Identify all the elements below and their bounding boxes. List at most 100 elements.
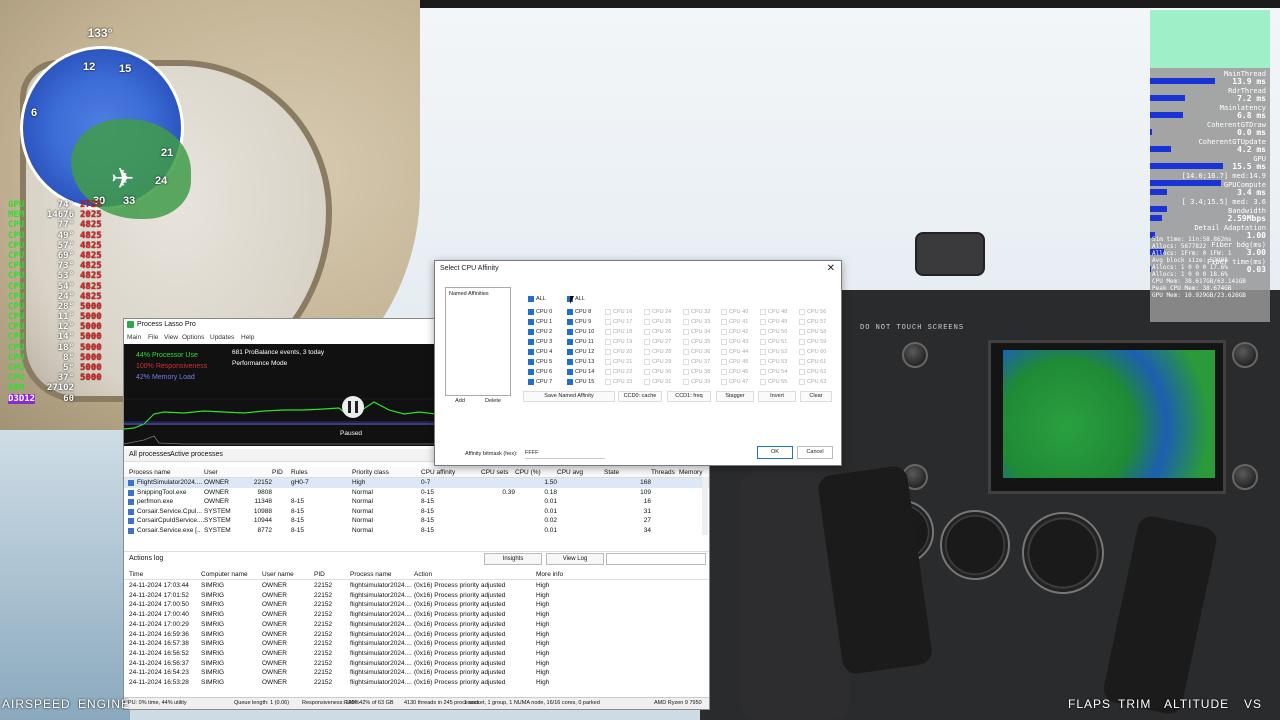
process-row[interactable]: SnippingTool.exe OWNER 9808 Normal 0-15 0.39 0… xyxy=(124,488,709,498)
log-row[interactable]: 24-11-2024 17:00:29 SIMRIG OWNER 22152 fligh… xyxy=(124,620,709,630)
cpu-checkbox[interactable] xyxy=(683,359,689,365)
column-header[interactable]: PID xyxy=(272,469,283,476)
menu-item-updates[interactable]: Updates xyxy=(210,334,234,341)
column-header[interactable]: Rules xyxy=(291,469,308,476)
cpu-checkbox[interactable] xyxy=(567,369,573,375)
column-header[interactable]: User xyxy=(204,469,218,476)
cpu-checkbox[interactable] xyxy=(644,339,650,345)
cpu-checkbox[interactable] xyxy=(605,379,611,385)
log-row[interactable]: 24-11-2024 17:00:50 SIMRIG OWNER 22152 fligh… xyxy=(124,600,709,610)
log-column-header[interactable]: Time xyxy=(129,571,143,578)
cpu-checkbox[interactable] xyxy=(799,329,805,335)
log-row[interactable]: 24-11-2024 17:01:52 SIMRIG OWNER 22152 fligh… xyxy=(124,591,709,601)
cpu-checkbox[interactable] xyxy=(644,359,650,365)
cpu-checkbox[interactable] xyxy=(683,349,689,355)
cpu-checkbox[interactable] xyxy=(721,359,727,365)
cpu-checkbox[interactable] xyxy=(567,379,573,385)
log-row[interactable]: 24-11-2024 16:59:36 SIMRIG OWNER 22152 fligh… xyxy=(124,630,709,640)
named-affinities-list[interactable]: Named Affinities xyxy=(445,287,511,396)
cpu-checkbox[interactable] xyxy=(799,379,805,385)
cpu-checkbox[interactable] xyxy=(799,349,805,355)
cpu-checkbox[interactable] xyxy=(683,329,689,335)
cpu-checkbox[interactable] xyxy=(721,349,727,355)
cpu-checkbox[interactable] xyxy=(605,349,611,355)
cpu-checkbox[interactable] xyxy=(799,369,805,375)
cpu-checkbox[interactable] xyxy=(760,369,766,375)
delete-button[interactable]: Delete xyxy=(479,397,507,406)
cpu-checkbox[interactable] xyxy=(760,339,766,345)
bitmask-input[interactable]: FFFF xyxy=(525,449,605,459)
cpu-checkbox[interactable] xyxy=(528,319,534,325)
log-column-header[interactable]: Action xyxy=(414,571,432,578)
column-header[interactable]: Threads xyxy=(651,469,675,476)
column-header[interactable]: CPU avg xyxy=(557,469,583,476)
column-header[interactable]: Priority class xyxy=(352,469,389,476)
cpu-checkbox[interactable] xyxy=(644,369,650,375)
cpu-checkbox[interactable] xyxy=(760,349,766,355)
column-header[interactable]: CPU sets xyxy=(481,469,508,476)
cpu-checkbox[interactable] xyxy=(683,369,689,375)
tab-all-processes[interactable]: All processes xyxy=(129,451,171,458)
cpu-checkbox[interactable] xyxy=(605,369,611,375)
log-row[interactable]: 24-11-2024 17:03:44 SIMRIG OWNER 22152 fligh… xyxy=(124,581,709,591)
cpu-checkbox[interactable] xyxy=(528,349,534,355)
cpu-checkbox[interactable] xyxy=(721,369,727,375)
cpu-checkbox[interactable] xyxy=(605,319,611,325)
cpu-checkbox[interactable] xyxy=(528,329,534,335)
cpu-checkbox[interactable] xyxy=(721,329,727,335)
cpu-checkbox[interactable] xyxy=(760,359,766,365)
add-button[interactable]: Add xyxy=(447,397,473,406)
affinity-button-1[interactable]: CCD0: cache xyxy=(618,391,662,402)
cpu-checkbox[interactable] xyxy=(605,309,611,315)
cpu-checkbox[interactable] xyxy=(799,339,805,345)
column-header[interactable]: State xyxy=(604,469,619,476)
cpu-checkbox[interactable] xyxy=(644,319,650,325)
affinity-button-0[interactable]: Save Named Affinity xyxy=(523,391,615,402)
process-row[interactable]: Corsair.Service.CpuI... SYSTEM 10988 8-15 No… xyxy=(124,507,709,517)
cpu-checkbox[interactable] xyxy=(683,319,689,325)
process-row[interactable]: Corsair.Service.exe [.. SYSTEM 8772 8-15 Nor… xyxy=(124,526,709,536)
cpu-checkbox[interactable] xyxy=(721,339,727,345)
ok-button[interactable]: OK xyxy=(757,446,793,459)
menu-item-view[interactable]: View xyxy=(164,334,178,341)
log-column-header[interactable]: PID xyxy=(314,571,325,578)
cpu-checkbox[interactable] xyxy=(644,329,650,335)
cpu-checkbox[interactable] xyxy=(528,379,534,385)
cancel-button[interactable]: Cancel xyxy=(797,446,833,459)
cpu-checkbox[interactable] xyxy=(528,309,534,315)
affinity-button-3[interactable]: Stagger xyxy=(716,391,754,402)
log-row[interactable]: 24-11-2024 16:57:38 SIMRIG OWNER 22152 fligh… xyxy=(124,639,709,649)
log-row[interactable]: 24-11-2024 16:56:52 SIMRIG OWNER 22152 fligh… xyxy=(124,649,709,659)
cpu-checkbox[interactable] xyxy=(528,359,534,365)
cpu-checkbox[interactable] xyxy=(528,369,534,375)
process-row[interactable]: perfmon.exe OWNER 11348 8-15 Normal 8-15 0.01 1… xyxy=(124,497,709,507)
affinity-button-2[interactable]: CCD1: freq xyxy=(667,391,711,402)
column-header[interactable]: CPU affinity xyxy=(421,469,455,476)
column-header[interactable]: Memory xyxy=(679,469,702,476)
insights-button[interactable]: Insights xyxy=(484,553,542,565)
affinity-button-5[interactable]: Clear xyxy=(800,391,832,402)
cpu-checkbox[interactable] xyxy=(760,319,766,325)
cpu-checkbox[interactable] xyxy=(528,339,534,345)
log-search-input[interactable] xyxy=(606,553,706,565)
cpu-checkbox[interactable] xyxy=(799,359,805,365)
cpu-checkbox[interactable] xyxy=(605,329,611,335)
cpu-checkbox[interactable] xyxy=(567,339,573,345)
scrollbar[interactable] xyxy=(702,477,708,535)
log-row[interactable]: 24-11-2024 17:00:40 SIMRIG OWNER 22152 fligh… xyxy=(124,610,709,620)
cpu-checkbox[interactable] xyxy=(760,309,766,315)
cpu-checkbox[interactable] xyxy=(644,379,650,385)
cpu-checkbox[interactable] xyxy=(683,339,689,345)
menu-item-help[interactable]: Help xyxy=(241,334,254,341)
menu-item-options[interactable]: Options xyxy=(182,334,204,341)
cpu-checkbox[interactable] xyxy=(721,309,727,315)
log-column-header[interactable]: Computer name xyxy=(201,571,248,578)
cpu-checkbox[interactable] xyxy=(644,349,650,355)
cpu-checkbox[interactable] xyxy=(760,379,766,385)
cpu-checkbox[interactable] xyxy=(567,309,573,315)
cpu-affinity-dialog[interactable]: Select CPU Affinity ✕ Named Affinities A… xyxy=(434,260,842,466)
cpu-checkbox[interactable] xyxy=(605,339,611,345)
menu-item-file[interactable]: File xyxy=(148,334,158,341)
pause-icon[interactable] xyxy=(342,396,364,418)
log-row[interactable]: 24-11-2024 16:56:37 SIMRIG OWNER 22152 fligh… xyxy=(124,659,709,669)
